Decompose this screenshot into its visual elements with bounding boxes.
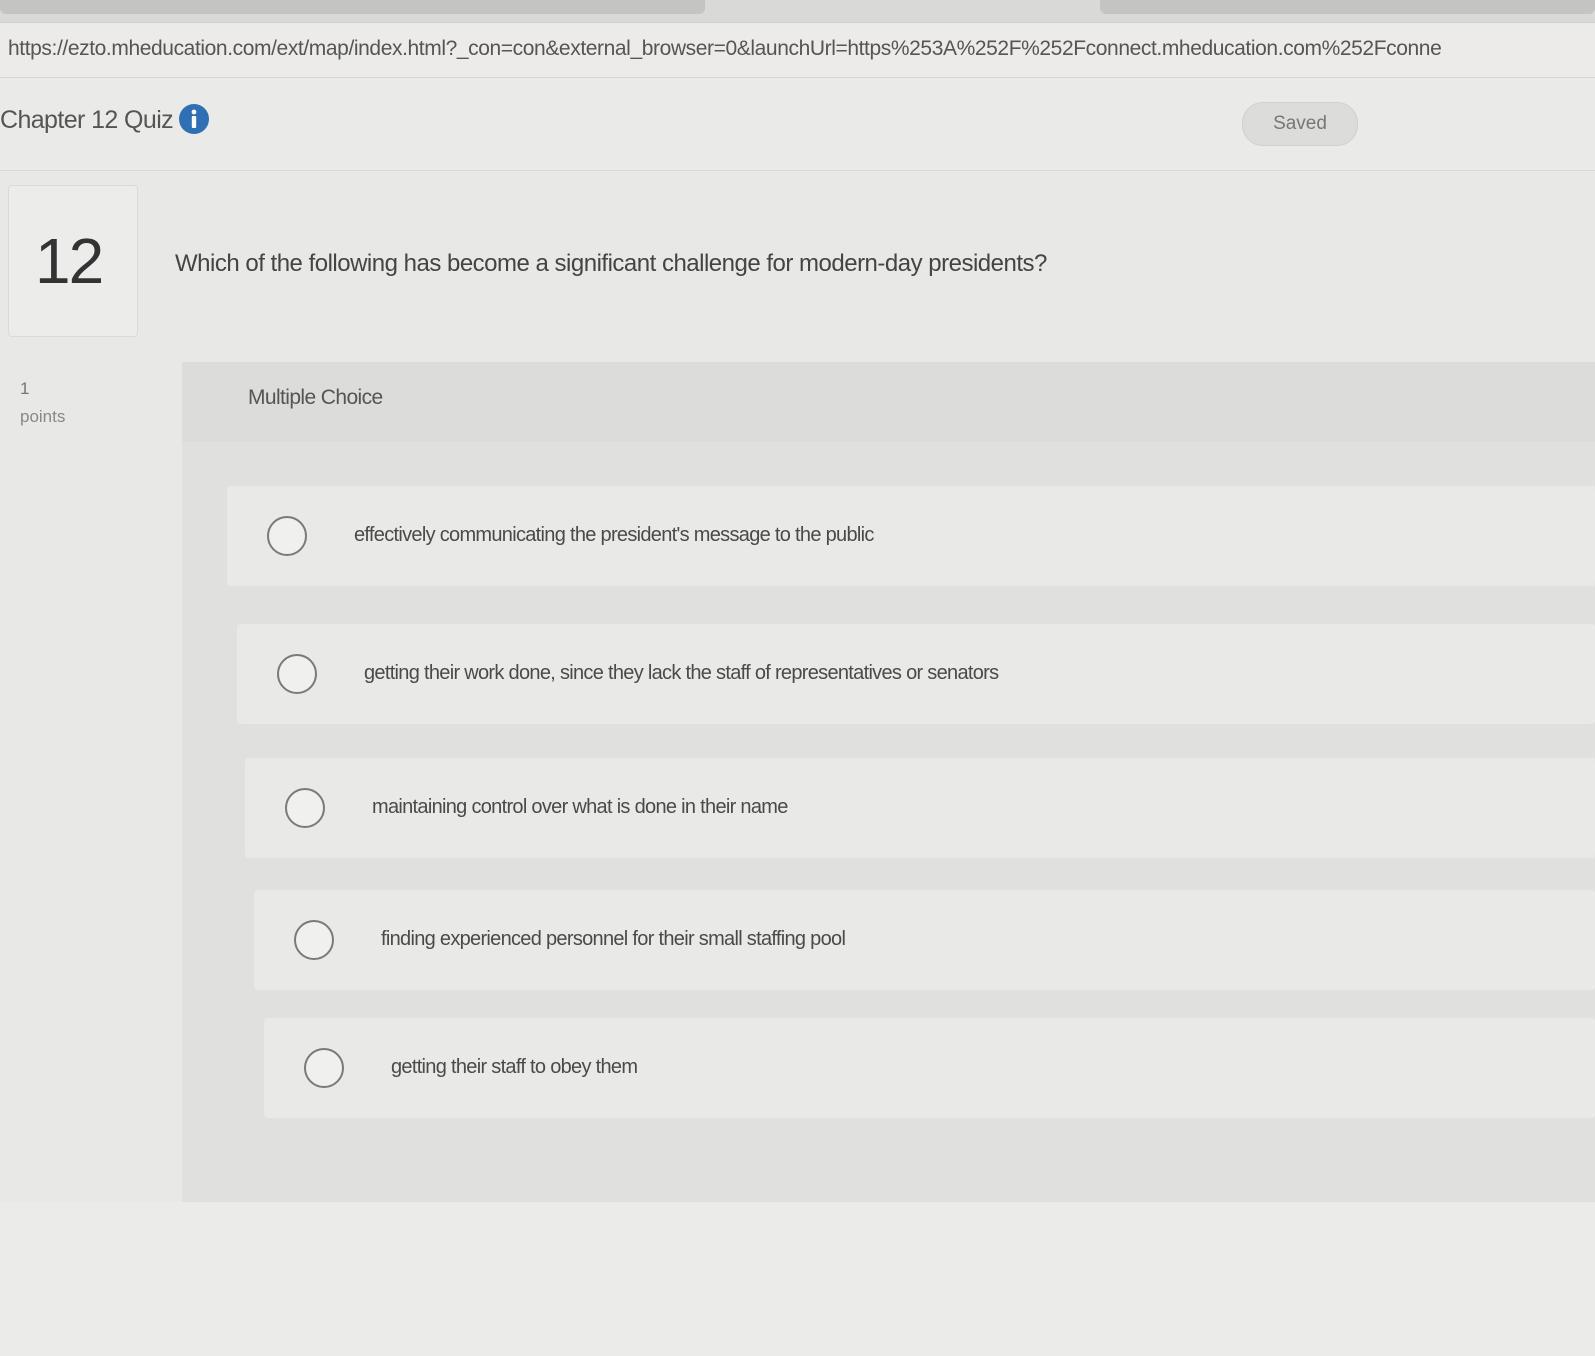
url-text[interactable]: https://ezto.mheducation.com/ext/map/ind… [8, 37, 1588, 61]
answer-panel-header: Multiple Choice [182, 362, 1595, 442]
question-type-label: Multiple Choice [248, 386, 383, 409]
browser-tab-strip [0, 0, 1595, 22]
answer-option[interactable]: getting their work done, since they lack… [237, 624, 1595, 724]
quiz-title: Chapter 12 Quiz [0, 106, 174, 134]
info-icon[interactable] [178, 103, 210, 135]
question-prompt: Which of the following has become a sign… [175, 250, 1047, 277]
saved-status-badge: Saved [1242, 102, 1358, 146]
radio-button[interactable] [277, 654, 317, 694]
answer-option-label[interactable]: maintaining control over what is done in… [372, 796, 788, 819]
answer-option[interactable]: getting their staff to obey them [264, 1018, 1595, 1118]
quiz-header: Chapter 12 Quiz Saved [0, 78, 1595, 171]
question-number-box: 12 [8, 185, 138, 337]
browser-tab[interactable] [1100, 0, 1595, 14]
radio-button[interactable] [294, 920, 334, 960]
answer-option-label[interactable]: getting their staff to obey them [391, 1056, 638, 1079]
radio-button[interactable] [267, 516, 307, 556]
address-bar[interactable]: https://ezto.mheducation.com/ext/map/ind… [0, 22, 1595, 78]
points-value: 1 [20, 379, 30, 398]
answer-option[interactable]: finding experienced personnel for their … [254, 890, 1595, 990]
answer-panel: Multiple Choice effectively communicatin… [182, 362, 1595, 1202]
browser-tab[interactable] [0, 0, 705, 14]
answer-option-label[interactable]: finding experienced personnel for their … [381, 928, 846, 951]
answer-option-label[interactable]: getting their work done, since they lack… [364, 662, 999, 685]
question-number: 12 [35, 225, 104, 297]
answer-option-label[interactable]: effectively communicating the president'… [354, 524, 874, 547]
answer-option[interactable]: effectively communicating the president'… [227, 486, 1595, 586]
radio-button[interactable] [285, 788, 325, 828]
answer-option[interactable]: maintaining control over what is done in… [245, 758, 1595, 858]
points-label: points [20, 407, 66, 426]
radio-button[interactable] [304, 1048, 344, 1088]
page-footer-area [0, 1202, 1595, 1356]
